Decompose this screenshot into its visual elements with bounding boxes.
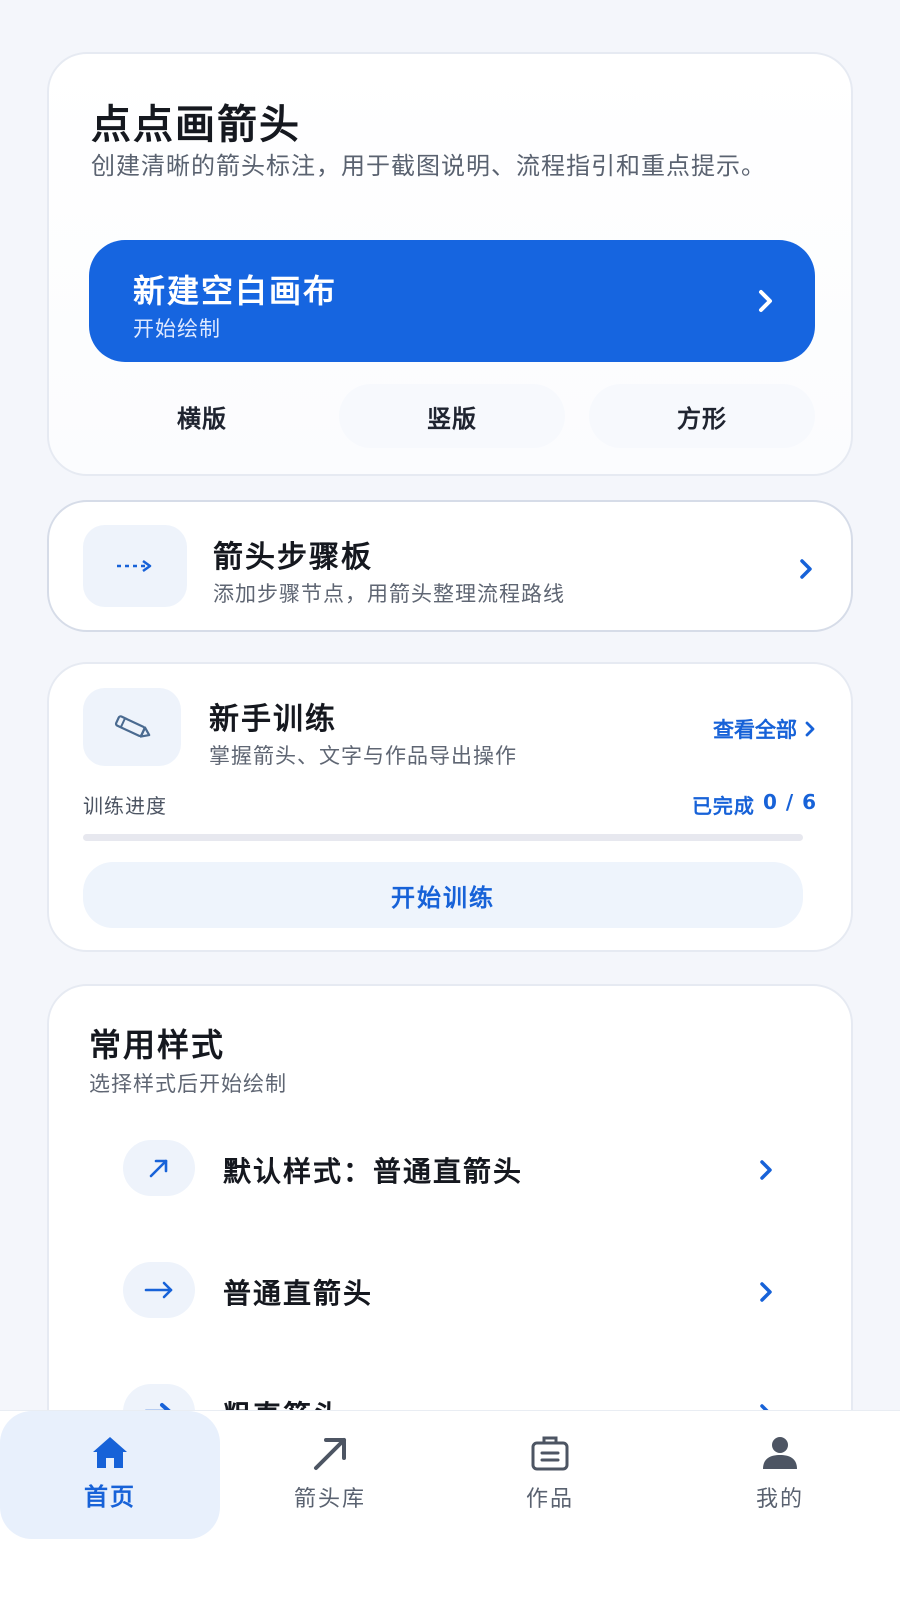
- nav-item-arrow-library[interactable]: 箭头库: [220, 1411, 440, 1541]
- nav-label: 首页: [84, 1483, 136, 1511]
- format-portrait-button[interactable]: 竖版: [339, 384, 565, 448]
- training-card: 新手训练 掌握箭头、文字与作品导出操作 查看全部 训练进度 已完成 0 / 6 …: [47, 662, 853, 952]
- nav-item-home[interactable]: 首页: [0, 1411, 220, 1539]
- step-board-card[interactable]: 箭头步骤板 添加步骤节点，用箭头整理流程路线: [47, 500, 853, 632]
- chevron-right-icon: [805, 721, 815, 737]
- user-icon: [763, 1437, 797, 1469]
- style-item-label: 默认样式：普通直箭头: [223, 1155, 524, 1188]
- step-board-subtitle: 添加步骤节点，用箭头整理流程路线: [213, 582, 565, 606]
- nav-label: 箭头库: [293, 1487, 366, 1512]
- pencil-icon: [83, 688, 181, 766]
- right-arrow-icon: [123, 1262, 195, 1318]
- chevron-right-icon: [800, 559, 812, 579]
- training-subtitle: 掌握箭头、文字与作品导出操作: [209, 744, 517, 768]
- view-all-link[interactable]: 查看全部: [713, 714, 815, 744]
- format-landscape-button[interactable]: 横版: [89, 384, 315, 448]
- chevron-right-icon: [760, 1282, 772, 1302]
- briefcase-icon: [531, 1436, 569, 1471]
- new-canvas-button[interactable]: 新建空白画布 开始绘制: [89, 240, 815, 362]
- hero-card: 点点画箭头 创建清晰的箭头标注，用于截图说明、流程指引和重点提示。 新建空白画布…: [47, 52, 853, 476]
- nav-item-me[interactable]: 我的: [660, 1411, 900, 1541]
- home-page: 点点画箭头 创建清晰的箭头标注，用于截图说明、流程指引和重点提示。 新建空白画布…: [0, 0, 900, 1600]
- progress-bar: [83, 834, 803, 841]
- progress-prefix: 已完成: [691, 794, 755, 818]
- app-description: 创建清晰的箭头标注，用于截图说明、流程指引和重点提示。: [91, 152, 766, 180]
- nav-label: 我的: [755, 1487, 804, 1512]
- diagonal-arrow-icon: [123, 1140, 195, 1196]
- new-canvas-subtitle: 开始绘制: [133, 317, 221, 341]
- progress-label: 训练进度: [83, 794, 167, 818]
- step-board-title: 箭头步骤板: [213, 540, 373, 575]
- styles-subtitle: 选择样式后开始绘制: [89, 1072, 287, 1096]
- nav-label: 作品: [525, 1487, 574, 1512]
- style-item-label: 普通直箭头: [223, 1277, 374, 1310]
- style-item-default[interactable]: 默认样式：普通直箭头: [123, 1140, 773, 1200]
- dashed-arrow-icon: [83, 525, 187, 607]
- view-all-label: 查看全部: [713, 718, 797, 742]
- chevron-right-icon: [759, 290, 772, 312]
- style-item-straight[interactable]: 普通直箭头: [123, 1262, 773, 1322]
- nav-item-works[interactable]: 作品: [440, 1411, 660, 1541]
- bottom-nav: 首页 箭头库 作品 我的: [0, 1410, 900, 1600]
- progress-value: 0 / 6: [762, 790, 817, 814]
- training-title: 新手训练: [209, 702, 337, 737]
- progress-count: 已完成 0 / 6: [692, 790, 817, 819]
- app-title: 点点画箭头: [91, 102, 301, 148]
- format-square-button[interactable]: 方形: [589, 384, 815, 448]
- start-training-button[interactable]: 开始训练: [83, 862, 803, 928]
- chevron-right-icon: [760, 1160, 772, 1180]
- home-icon: [93, 1437, 127, 1468]
- arrow-icon: [314, 1438, 346, 1470]
- canvas-format-group: 横版 竖版 方形: [89, 384, 815, 448]
- styles-title: 常用样式: [89, 1026, 226, 1064]
- new-canvas-title: 新建空白画布: [133, 272, 338, 310]
